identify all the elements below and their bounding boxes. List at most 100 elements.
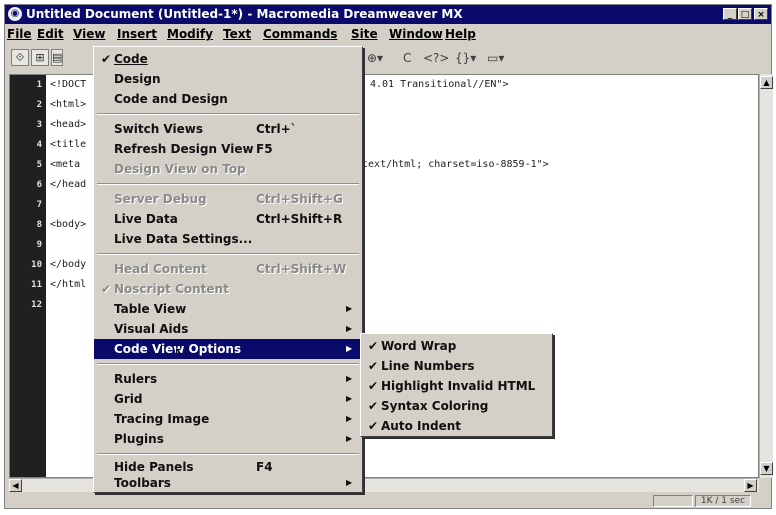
code-line-doctype-tail: 4.01 Transitional//EN"> bbox=[370, 79, 509, 90]
checkmark-icon: ✔ bbox=[100, 52, 112, 66]
scroll-down-icon[interactable]: ▼ bbox=[760, 462, 773, 475]
menu-separator bbox=[97, 363, 359, 365]
code-line: <head> bbox=[50, 119, 87, 130]
code-line: <html> bbox=[50, 99, 87, 110]
menu-item-visual-aids[interactable]: Visual Aids ▶ bbox=[94, 319, 360, 339]
menu-commands[interactable]: Commands bbox=[263, 24, 337, 44]
shortcut-label: Ctrl+Shift+W bbox=[256, 262, 347, 276]
menu-item-server-debug: Server Debug Ctrl+Shift+G bbox=[94, 189, 360, 209]
menu-item-highlight-invalid-html[interactable]: ✔ Highlight Invalid HTML bbox=[361, 376, 550, 396]
menu-item-live-data[interactable]: Live Data Ctrl+Shift+R bbox=[94, 209, 360, 229]
line-number: 12 bbox=[31, 300, 42, 310]
view-options-icon[interactable]: ▭▾ bbox=[487, 48, 504, 68]
line-number: 3 bbox=[36, 120, 42, 130]
code-line: <title bbox=[50, 139, 87, 150]
status-bar: 1K / 1 sec bbox=[5, 494, 771, 508]
submenu-arrow-icon: ▶ bbox=[346, 394, 353, 403]
scroll-up-icon[interactable]: ▲ bbox=[760, 76, 773, 89]
shortcut-label: F5 bbox=[256, 142, 273, 156]
code-view-icon[interactable]: ⟐ bbox=[11, 49, 29, 66]
menu-item-head-content: Head Content Ctrl+Shift+W bbox=[94, 259, 360, 279]
menu-help[interactable]: Help bbox=[445, 24, 476, 44]
checkmark-icon: ✔ bbox=[367, 339, 379, 353]
menu-item-auto-indent[interactable]: ✔ Auto Indent bbox=[361, 416, 550, 436]
refresh-icon[interactable]: C bbox=[403, 48, 411, 68]
close-button[interactable]: × bbox=[754, 8, 768, 20]
line-number: 1 bbox=[36, 80, 42, 90]
shortcut-label: Ctrl+Shift+R bbox=[256, 212, 343, 226]
menu-view[interactable]: View bbox=[73, 24, 105, 44]
scroll-left-icon[interactable]: ◀ bbox=[9, 479, 22, 492]
menu-modify[interactable]: Modify bbox=[167, 24, 213, 44]
submenu-arrow-icon: ▶ bbox=[346, 414, 353, 423]
menu-separator bbox=[97, 453, 359, 455]
submenu-arrow-icon: ▶ bbox=[346, 434, 353, 443]
line-number: 9 bbox=[36, 240, 42, 250]
shortcut-label: Ctrl+` bbox=[256, 122, 297, 136]
code-line: </html bbox=[50, 279, 87, 290]
menu-site[interactable]: Site bbox=[351, 24, 378, 44]
line-number: 10 bbox=[31, 260, 42, 270]
reference-icon[interactable]: <?> bbox=[423, 48, 449, 68]
code-line-meta-tail: "text/html; charset=iso-8859-1"> bbox=[356, 159, 549, 170]
menu-insert[interactable]: Insert bbox=[117, 24, 157, 44]
menu-window[interactable]: Window bbox=[389, 24, 443, 44]
submenu-arrow-icon: ▶ bbox=[346, 344, 353, 353]
checkmark-icon: ✔ bbox=[367, 399, 379, 413]
checkmark-icon: ✔ bbox=[367, 379, 379, 393]
split-view-icon[interactable]: ⊞ bbox=[31, 49, 49, 66]
code-line: </body bbox=[50, 259, 87, 270]
shortcut-label: Ctrl+Shift+G bbox=[256, 192, 343, 206]
menu-file[interactable]: File bbox=[7, 24, 32, 44]
menu-item-rulers[interactable]: Rulers ▶ bbox=[94, 369, 360, 389]
checkmark-icon: ✔ bbox=[367, 419, 379, 433]
checkmark-icon: ✔ bbox=[100, 282, 112, 296]
code-view-options-submenu: ✔ Word Wrap ✔ Line Numbers ✔ Highlight I… bbox=[360, 333, 553, 437]
title-bar[interactable]: ◉ Untitled Document (Untitled-1*) - Macr… bbox=[5, 5, 771, 24]
maximize-button[interactable]: □ bbox=[738, 8, 752, 20]
menu-item-plugins[interactable]: Plugins ▶ bbox=[94, 429, 360, 449]
submenu-arrow-icon: ▶ bbox=[346, 478, 353, 487]
code-line: <meta bbox=[50, 159, 81, 170]
minimize-button[interactable]: _ bbox=[723, 8, 737, 20]
vertical-scrollbar[interactable]: ▲ ▼ bbox=[759, 74, 773, 478]
menu-item-table-view[interactable]: Table View ▶ bbox=[94, 299, 360, 319]
menu-item-tracing-image[interactable]: Tracing Image ▶ bbox=[94, 409, 360, 429]
menu-item-grid[interactable]: Grid ▶ bbox=[94, 389, 360, 409]
line-number: 6 bbox=[36, 180, 42, 190]
submenu-arrow-icon: ▶ bbox=[346, 324, 353, 333]
menu-item-code-and-design[interactable]: Code and Design bbox=[94, 89, 360, 109]
menu-item-code[interactable]: ✔ Code bbox=[94, 49, 360, 69]
code-line: <!DOCT bbox=[50, 79, 87, 90]
line-number-gutter: 1 2 3 4 5 6 7 8 9 10 11 12 bbox=[10, 75, 46, 477]
code-navigation-icon[interactable]: {}▾ bbox=[455, 48, 476, 68]
download-size-status: 1K / 1 sec bbox=[695, 495, 751, 507]
code-line: <body> bbox=[50, 219, 87, 230]
menu-item-noscript-content: ✔ Noscript Content bbox=[94, 279, 360, 299]
submenu-arrow-icon: ▶ bbox=[346, 304, 353, 313]
menu-edit[interactable]: Edit bbox=[37, 24, 64, 44]
menu-item-toolbars[interactable]: Toolbars ▶ bbox=[94, 473, 360, 493]
menu-item-switch-views[interactable]: Switch Views Ctrl+` bbox=[94, 119, 360, 139]
menu-separator bbox=[97, 183, 359, 185]
design-view-icon[interactable]: ▤ bbox=[51, 49, 63, 66]
line-number: 2 bbox=[36, 100, 42, 110]
menu-item-live-data-settings[interactable]: Live Data Settings... bbox=[94, 229, 360, 249]
menu-separator bbox=[97, 113, 359, 115]
menu-item-refresh-design-view[interactable]: Refresh Design View F5 bbox=[94, 139, 360, 159]
menu-item-design[interactable]: Design bbox=[94, 69, 360, 89]
line-number: 5 bbox=[36, 160, 42, 170]
menu-text[interactable]: Text bbox=[223, 24, 251, 44]
menu-item-code-view-options[interactable]: Code View Options ▶ bbox=[94, 339, 360, 359]
menu-item-syntax-coloring[interactable]: ✔ Syntax Coloring bbox=[361, 396, 550, 416]
menu-item-word-wrap[interactable]: ✔ Word Wrap bbox=[361, 336, 550, 356]
code-line: </head bbox=[50, 179, 87, 190]
line-number: 4 bbox=[36, 140, 42, 150]
line-number: 11 bbox=[31, 280, 42, 290]
scroll-right-icon[interactable]: ▶ bbox=[744, 479, 757, 492]
menu-item-line-numbers[interactable]: ✔ Line Numbers bbox=[361, 356, 550, 376]
submenu-arrow-icon: ▶ bbox=[346, 374, 353, 383]
preview-icon[interactable]: ⊕▾ bbox=[367, 48, 383, 68]
menu-bar: File Edit View Insert Modify Text Comman… bbox=[5, 24, 771, 44]
line-number: 7 bbox=[36, 200, 42, 210]
